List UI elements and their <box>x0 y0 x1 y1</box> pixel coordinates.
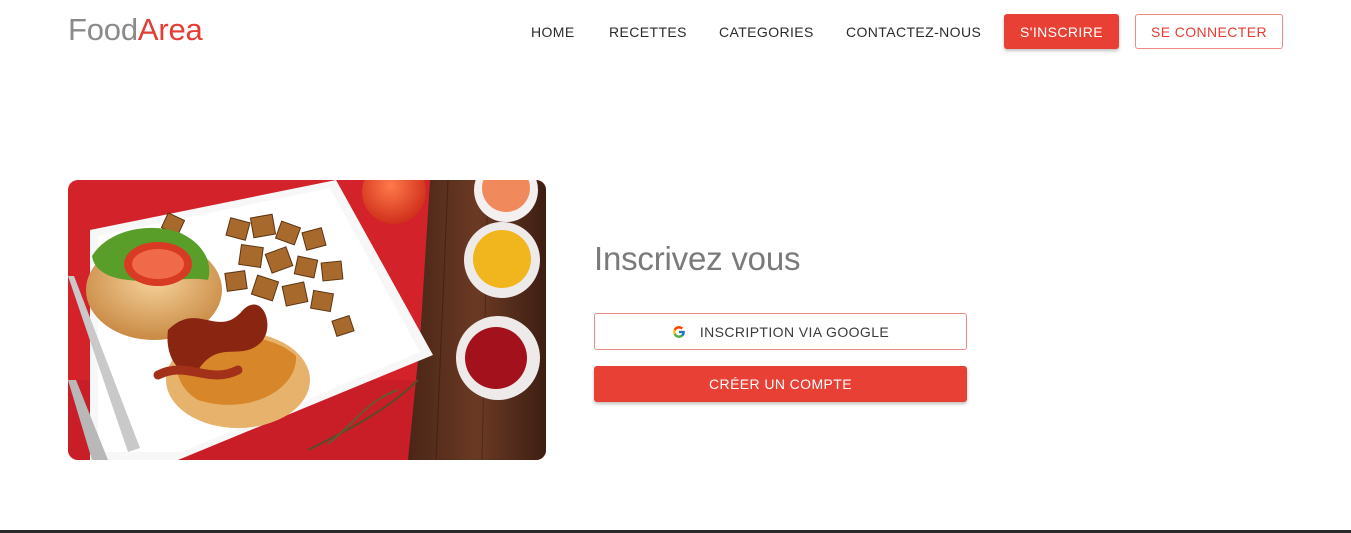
food-hero-image <box>68 180 546 460</box>
create-account-button[interactable]: CRÉER UN COMPTE <box>594 366 967 402</box>
nav-categories[interactable]: CATEGORIES <box>719 24 814 40</box>
nav-contact[interactable]: CONTACTEZ-NOUS <box>846 24 981 40</box>
login-nav-button[interactable]: SE CONNECTER <box>1135 14 1283 49</box>
google-signup-label: INSCRIPTION VIA GOOGLE <box>699 323 890 340</box>
signup-nav-button[interactable]: S'INSCRIRE <box>1004 14 1119 49</box>
google-signup-button[interactable]: INSCRIPTION VIA GOOGLE <box>594 313 967 350</box>
google-icon <box>672 325 686 339</box>
top-nav: HOME RECETTES CATEGORIES CONTACTEZ-NOUS … <box>0 14 1351 50</box>
nav-home[interactable]: HOME <box>531 24 575 40</box>
nav-recettes[interactable]: RECETTES <box>609 24 687 40</box>
signup-title: Inscrivez vous <box>594 240 801 277</box>
